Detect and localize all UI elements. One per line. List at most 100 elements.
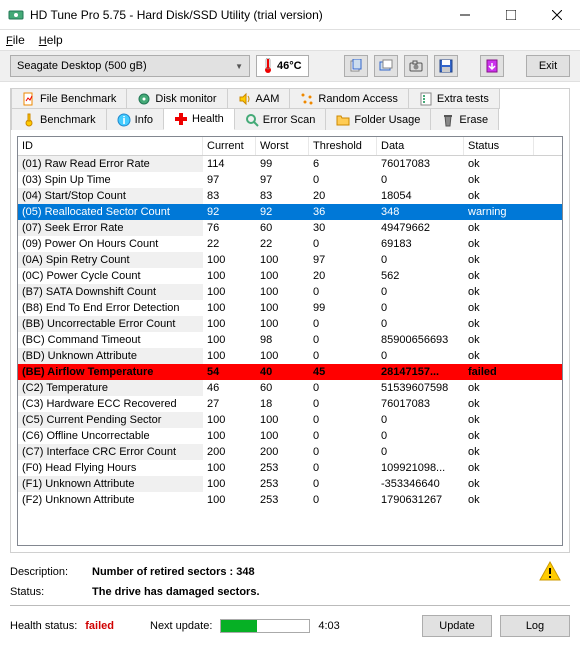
tab-extra-tests[interactable]: Extra tests — [408, 88, 500, 109]
disk-monitor-icon — [137, 92, 151, 106]
cell: 100 — [203, 300, 256, 316]
tab-aam[interactable]: AAM — [227, 88, 291, 109]
cell: 20 — [309, 268, 377, 284]
cell: ok — [464, 492, 534, 508]
cell: ok — [464, 460, 534, 476]
cell: 100 — [203, 316, 256, 332]
table-row[interactable]: (BD) Unknown Attribute10010000ok — [18, 348, 562, 364]
table-row[interactable]: (F2) Unknown Attribute10025301790631267o… — [18, 492, 562, 508]
col-id[interactable]: ID — [18, 137, 203, 155]
cell: 51539607598 — [377, 380, 464, 396]
tab-random-access[interactable]: Random Access — [289, 88, 408, 109]
table-body: (01) Raw Read Error Rate11499676017083ok… — [18, 156, 562, 508]
cell: 0 — [309, 412, 377, 428]
screenshot-button[interactable] — [404, 55, 428, 77]
cell: 6 — [309, 156, 377, 172]
screenshot-copy-button[interactable] — [374, 55, 398, 77]
table-row[interactable]: (04) Start/Stop Count83832018054ok — [18, 188, 562, 204]
cell: ok — [464, 428, 534, 444]
table-row[interactable]: (C5) Current Pending Sector10010000ok — [18, 412, 562, 428]
cell: 0 — [309, 428, 377, 444]
cell: (01) Raw Read Error Rate — [18, 156, 203, 172]
cell: (C5) Current Pending Sector — [18, 412, 203, 428]
col-worst[interactable]: Worst — [256, 137, 309, 155]
tab-file-benchmark[interactable]: File Benchmark — [11, 88, 127, 109]
table-row[interactable]: (0C) Power Cycle Count10010020562ok — [18, 268, 562, 284]
col-threshold[interactable]: Threshold — [309, 137, 377, 155]
copy-info-button[interactable] — [344, 55, 368, 77]
maximize-button[interactable] — [488, 0, 534, 30]
minimize-button[interactable] — [442, 0, 488, 30]
table-row[interactable]: (C2) Temperature4660051539607598ok — [18, 380, 562, 396]
cell: 18 — [256, 396, 309, 412]
cell: ok — [464, 268, 534, 284]
cell: 76017083 — [377, 396, 464, 412]
menu-file[interactable]: File — [6, 33, 25, 47]
cell: 97 — [256, 172, 309, 188]
table-row[interactable]: (01) Raw Read Error Rate11499676017083ok — [18, 156, 562, 172]
col-current[interactable]: Current — [203, 137, 256, 155]
tab-error-scan[interactable]: Error Scan — [234, 108, 327, 130]
next-update-label: Next update: — [150, 620, 212, 632]
cell: ok — [464, 220, 534, 236]
cell: ok — [464, 316, 534, 332]
menubar: File Help — [0, 30, 580, 50]
table-row[interactable]: (03) Spin Up Time979700ok — [18, 172, 562, 188]
table-row[interactable]: (BE) Airflow Temperature54404528147157..… — [18, 364, 562, 380]
cell: (BC) Command Timeout — [18, 332, 203, 348]
cell: (C7) Interface CRC Error Count — [18, 444, 203, 460]
table-row[interactable]: (05) Reallocated Sector Count929236348wa… — [18, 204, 562, 220]
log-button[interactable]: Log — [500, 615, 570, 637]
table-row[interactable]: (0A) Spin Retry Count100100970ok — [18, 252, 562, 268]
erase-icon — [441, 113, 455, 127]
table-row[interactable]: (C6) Offline Uncorrectable10010000ok — [18, 428, 562, 444]
cell: 0 — [309, 332, 377, 348]
cell: 0 — [377, 284, 464, 300]
cell: (F2) Unknown Attribute — [18, 492, 203, 508]
col-data[interactable]: Data — [377, 137, 464, 155]
tab-disk-monitor[interactable]: Disk monitor — [126, 88, 227, 109]
aam-icon — [238, 92, 252, 106]
options-button[interactable] — [480, 55, 504, 77]
cell: ok — [464, 172, 534, 188]
table-row[interactable]: (C7) Interface CRC Error Count20020000ok — [18, 444, 562, 460]
table-row[interactable]: (F1) Unknown Attribute1002530-353346640o… — [18, 476, 562, 492]
cell: ok — [464, 348, 534, 364]
next-update-time: 4:03 — [318, 620, 339, 632]
exit-button[interactable]: Exit — [526, 55, 570, 77]
cell: 60 — [256, 220, 309, 236]
cell: (F1) Unknown Attribute — [18, 476, 203, 492]
tab-health[interactable]: Health — [163, 108, 235, 130]
tab-erase[interactable]: Erase — [430, 108, 499, 130]
table-row[interactable]: (09) Power On Hours Count2222069183ok — [18, 236, 562, 252]
save-button[interactable] — [434, 55, 458, 77]
cell: 0 — [377, 252, 464, 268]
table-row[interactable]: (BB) Uncorrectable Error Count10010000ok — [18, 316, 562, 332]
cell: 100 — [256, 428, 309, 444]
drive-dropdown[interactable]: Seagate Desktop (500 gB) ▼ — [10, 55, 250, 77]
table-row[interactable]: (B7) SATA Downshift Count10010000ok — [18, 284, 562, 300]
table-row[interactable]: (BC) Command Timeout10098085900656693ok — [18, 332, 562, 348]
cell: 0 — [309, 348, 377, 364]
tab-folder-usage[interactable]: Folder Usage — [325, 108, 431, 130]
menu-help[interactable]: Help — [39, 33, 63, 47]
cell: 200 — [256, 444, 309, 460]
cell: 49479662 — [377, 220, 464, 236]
cell: 100 — [203, 460, 256, 476]
cell: 99 — [256, 156, 309, 172]
col-status[interactable]: Status — [464, 137, 534, 155]
cell: ok — [464, 380, 534, 396]
cell: 0 — [309, 172, 377, 188]
table-row[interactable]: (C3) Hardware ECC Recovered2718076017083… — [18, 396, 562, 412]
tab-benchmark[interactable]: Benchmark — [11, 108, 107, 130]
tab-info[interactable]: iInfo — [106, 108, 164, 130]
cell: failed — [464, 364, 534, 380]
update-button[interactable]: Update — [422, 615, 492, 637]
cell: 20 — [309, 188, 377, 204]
table-row[interactable]: (B8) End To End Error Detection100100990… — [18, 300, 562, 316]
close-button[interactable] — [534, 0, 580, 30]
table-row[interactable]: (07) Seek Error Rate76603049479662ok — [18, 220, 562, 236]
cell: 100 — [203, 492, 256, 508]
table-row[interactable]: (F0) Head Flying Hours1002530109921098..… — [18, 460, 562, 476]
cell: ok — [464, 188, 534, 204]
